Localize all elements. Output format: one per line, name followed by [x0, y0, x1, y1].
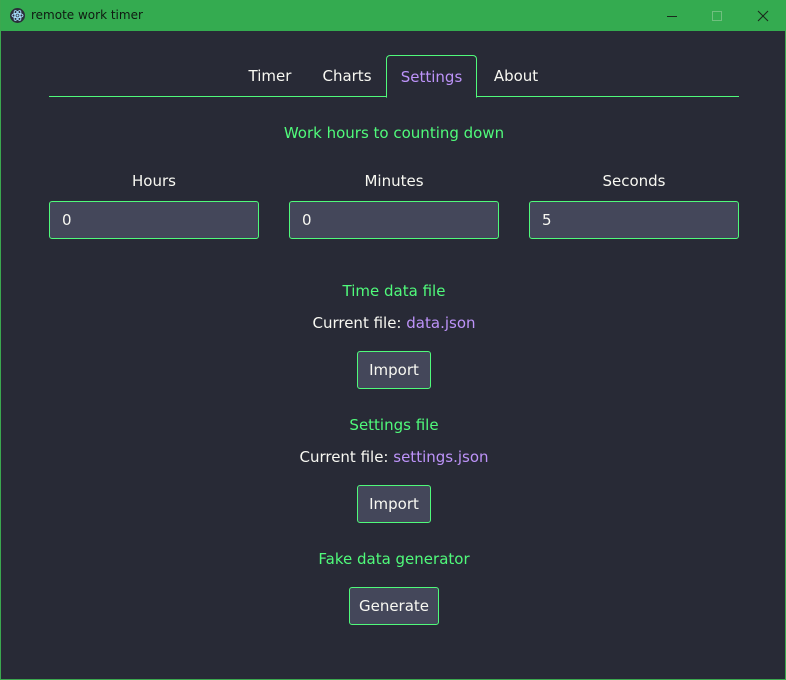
- hours-input[interactable]: [49, 201, 259, 239]
- window-title: remote work timer: [31, 8, 143, 22]
- tab-bar: Timer Charts Settings About: [49, 55, 739, 98]
- maximize-icon: [712, 10, 722, 21]
- settings-file-heading: Settings file: [349, 416, 439, 434]
- time-data-heading: Time data file: [342, 282, 446, 300]
- countdown-heading: Work hours to counting down: [283, 124, 505, 142]
- maximize-button[interactable]: [694, 0, 740, 31]
- close-button[interactable]: [740, 0, 786, 31]
- tab-about[interactable]: About: [481, 55, 551, 97]
- current-file-prefix: Current file:: [299, 448, 389, 466]
- minimize-button[interactable]: [649, 0, 695, 31]
- time-data-current-file: Current file: data.json: [1, 314, 786, 332]
- app-window: remote work timer Timer Charts Settings …: [0, 0, 786, 680]
- tab-charts[interactable]: Charts: [311, 55, 383, 97]
- tab-settings[interactable]: Settings: [386, 55, 477, 98]
- time-data-filename: data.json: [406, 314, 476, 332]
- seconds-input[interactable]: [529, 201, 739, 239]
- import-settings-button[interactable]: Import: [357, 485, 431, 523]
- tab-timer[interactable]: Timer: [235, 55, 305, 97]
- fake-data-heading: Fake data generator: [318, 550, 470, 568]
- title-bar[interactable]: remote work timer: [1, 0, 786, 31]
- minutes-label: Minutes: [364, 172, 424, 190]
- close-icon: [757, 10, 769, 21]
- settings-filename: settings.json: [393, 448, 489, 466]
- current-file-prefix: Current file:: [312, 314, 402, 332]
- generate-button[interactable]: Generate: [349, 587, 439, 625]
- settings-current-file: Current file: settings.json: [1, 448, 786, 466]
- minimize-icon: [667, 15, 677, 17]
- minutes-input[interactable]: [289, 201, 499, 239]
- import-time-data-button[interactable]: Import: [357, 351, 431, 389]
- seconds-label: Seconds: [602, 172, 666, 190]
- electron-atom-icon: [10, 8, 25, 23]
- hours-label: Hours: [132, 172, 176, 190]
